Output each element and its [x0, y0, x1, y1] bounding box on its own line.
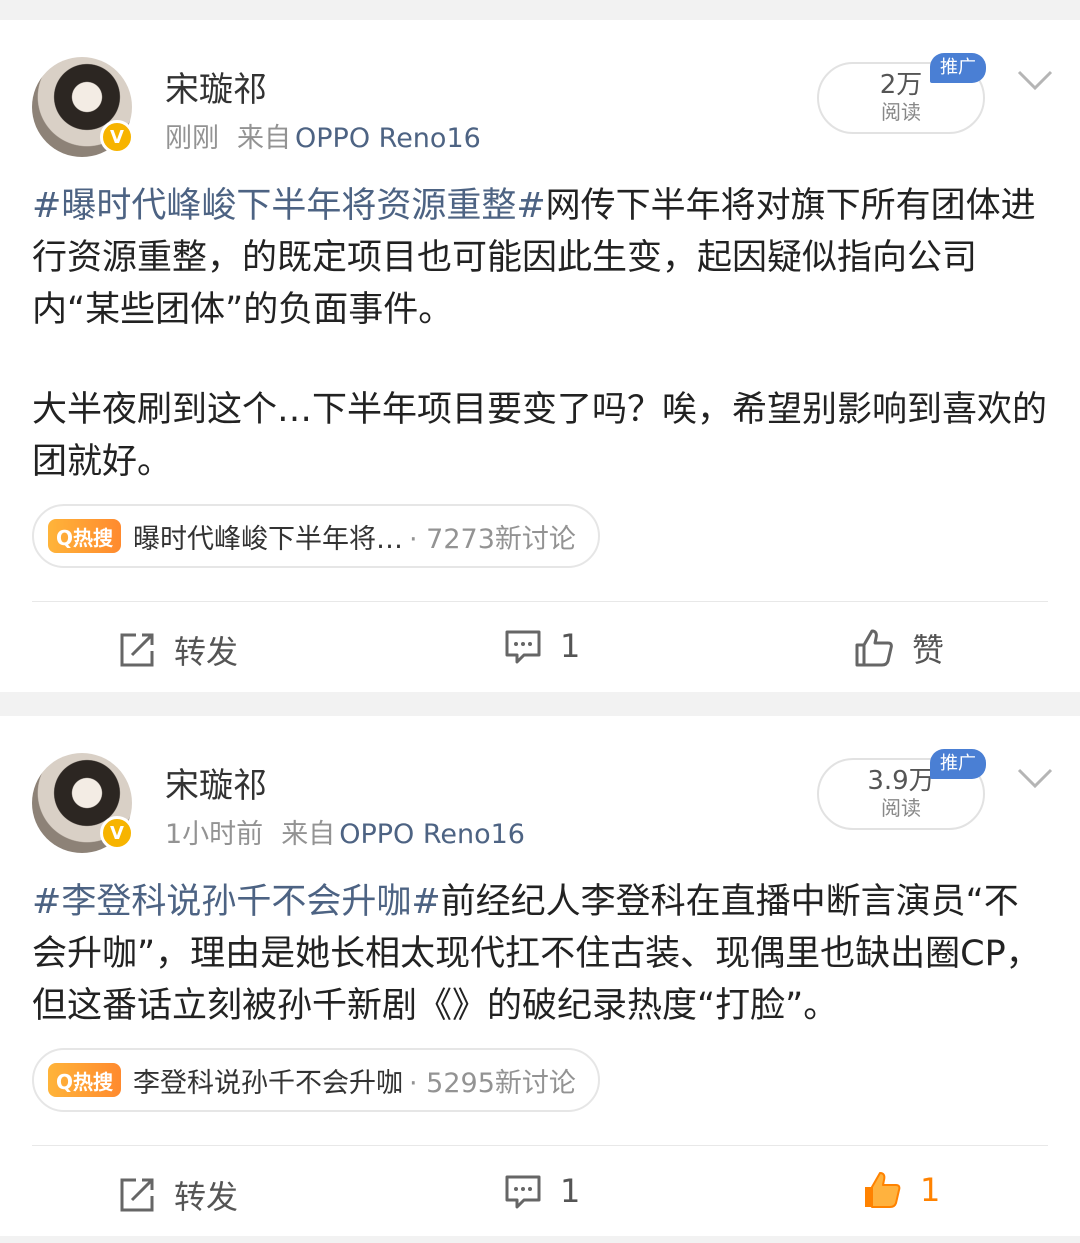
- like-button[interactable]: 1: [862, 1170, 940, 1210]
- like-count: 1: [920, 1171, 941, 1209]
- post-meta: 1小时前 来自 OPPO Reno16: [165, 812, 525, 851]
- repost-button[interactable]: 转发: [118, 627, 238, 673]
- divider: [32, 601, 1048, 602]
- post-text-para2: 大半夜刷到这个…下半年项目要变了吗？唉，希望别影响到喜欢的团就好。: [32, 390, 1048, 482]
- post-card: V 宋璇祁 1小时前 来自 OPPO Reno16 3.9万 阅读 推广 #李登科说…: [0, 716, 1080, 1236]
- like-button[interactable]: 赞: [854, 625, 944, 671]
- hot-search-topic: 曝时代峰峻下半年将…: [133, 523, 404, 555]
- comment-count: 1: [560, 627, 581, 665]
- device-link[interactable]: OPPO Reno16: [339, 819, 525, 850]
- repost-button[interactable]: 转发: [118, 1172, 238, 1218]
- post-card: V 宋璇祁 刚刚 来自 OPPO Reno16 2万 阅读 推广 #曝时代峰峻下半年…: [0, 20, 1080, 692]
- post-time: 1小时前: [165, 819, 264, 850]
- promo-badge: 推广: [930, 749, 986, 779]
- read-count-label: 阅读: [881, 100, 921, 124]
- post-text: #李登科说孙千不会升咖#前经纪人李登科在直播中断言演员“不会升咖”，理由是她长相…: [32, 876, 1052, 1032]
- hot-search-count: · 5295新讨论: [409, 1067, 576, 1099]
- post-meta: 刚刚 来自 OPPO Reno16: [165, 116, 481, 155]
- repost-icon: [120, 1178, 154, 1212]
- hashtag-link[interactable]: #李登科说孙千不会升咖#: [32, 882, 441, 922]
- comment-button[interactable]: 1: [504, 627, 580, 665]
- comment-count: 1: [560, 1172, 581, 1210]
- v-badge-icon: V: [100, 816, 134, 850]
- username[interactable]: 宋璇祁: [165, 758, 267, 807]
- hot-search-link[interactable]: Q热搜 曝时代峰峻下半年将… · 7273新讨论: [32, 504, 600, 568]
- v-badge-icon: V: [100, 120, 134, 154]
- hot-search-topic: 李登科说孙千不会升咖: [133, 1067, 404, 1099]
- repost-icon: [120, 633, 154, 667]
- hashtag-link[interactable]: #曝时代峰峻下半年将资源重整#: [32, 186, 546, 226]
- source-prefix: 来自: [237, 123, 291, 154]
- username[interactable]: 宋璇祁: [165, 62, 267, 111]
- like-label: 赞: [912, 631, 945, 669]
- thumbs-up-icon: [865, 1172, 901, 1208]
- comment-icon: [505, 1175, 541, 1209]
- repost-label: 转发: [174, 1178, 239, 1216]
- hot-search-count: · 7273新讨论: [409, 523, 576, 555]
- device-link[interactable]: OPPO Reno16: [295, 123, 481, 154]
- repost-label: 转发: [174, 633, 239, 671]
- read-count-label: 阅读: [881, 796, 921, 820]
- comment-icon: [505, 630, 541, 664]
- source-prefix: 来自: [281, 819, 336, 850]
- chevron-down-icon[interactable]: [1016, 68, 1054, 92]
- post-text: #曝时代峰峻下半年将资源重整#网传下半年将对旗下所有团体进行资源重整，的既定项目…: [32, 180, 1052, 336]
- divider: [32, 1145, 1048, 1146]
- post-time: 刚刚: [165, 123, 219, 154]
- hot-search-badge: Q热搜: [48, 519, 122, 553]
- chevron-down-icon[interactable]: [1016, 766, 1054, 790]
- comment-button[interactable]: 1: [504, 1172, 580, 1210]
- hot-search-badge: Q热搜: [48, 1063, 122, 1097]
- promo-badge: 推广: [930, 53, 986, 83]
- thumbs-up-icon: [855, 629, 893, 667]
- hot-search-link[interactable]: Q热搜 李登科说孙千不会升咖 · 5295新讨论: [32, 1048, 600, 1112]
